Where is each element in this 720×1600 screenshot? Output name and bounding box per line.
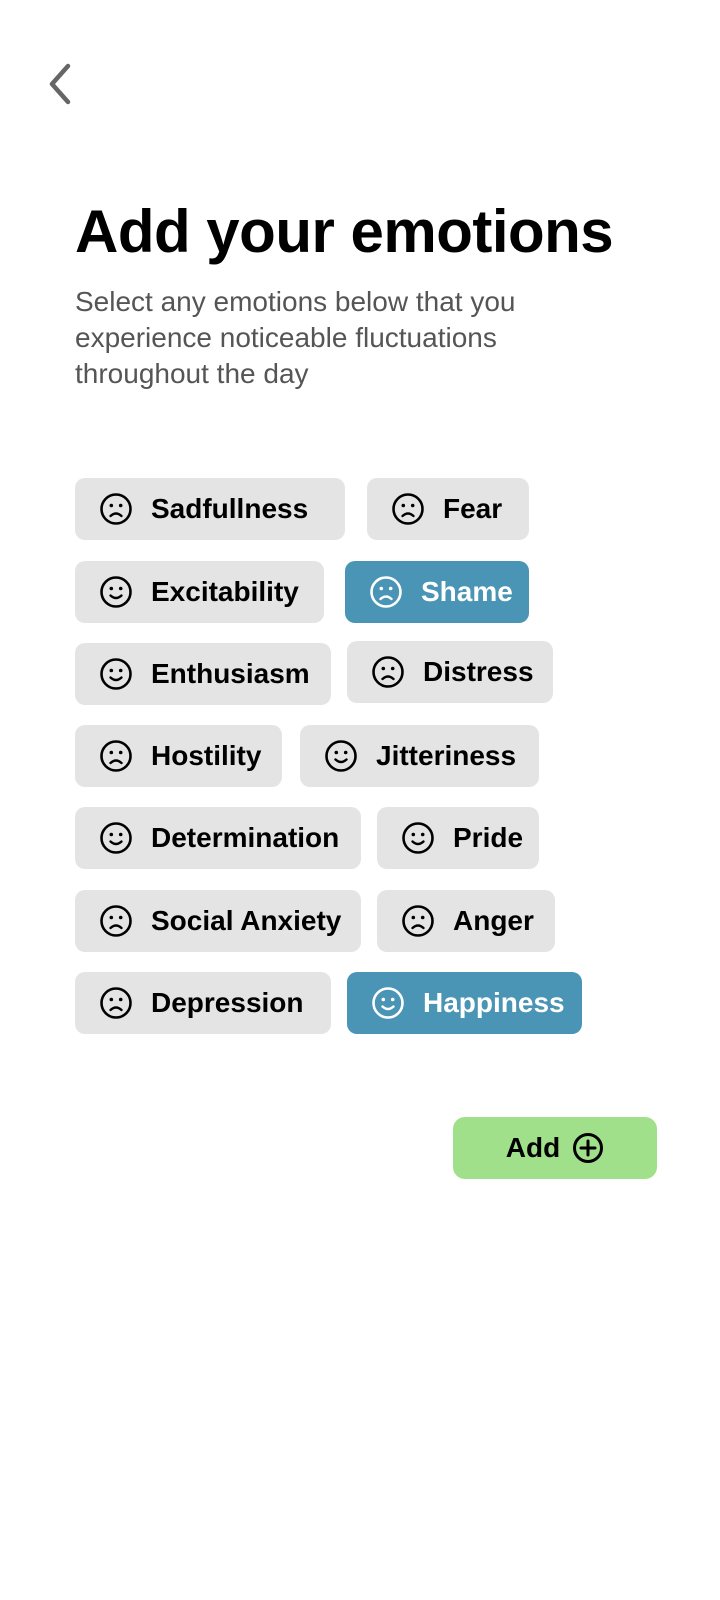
emotion-label: Depression [151, 987, 304, 1018]
add-button[interactable]: Add [453, 1117, 657, 1179]
sad-face-icon [100, 740, 132, 772]
emotion-chip-excitability[interactable]: Excitability [75, 561, 324, 623]
emotion-label: Jitteriness [376, 740, 517, 771]
emotion-label: Hostility [151, 740, 262, 771]
emotion-label: Happiness [423, 987, 565, 1018]
emotion-label: Fear [443, 493, 503, 524]
emotion-label: Enthusiasm [151, 658, 310, 689]
emotion-chip-enthusiasm[interactable]: Enthusiasm [75, 643, 331, 705]
chevron-left-icon [49, 63, 71, 105]
plus-circle-icon [573, 1133, 604, 1163]
emotion-label: Shame [421, 576, 513, 607]
happy-face-icon [100, 822, 132, 854]
emotion-chip-hostility[interactable]: Hostility [75, 725, 282, 787]
add-button-label: Add [505, 1132, 561, 1163]
sad-face-icon [392, 493, 424, 525]
sad-face-icon [372, 656, 404, 688]
emotion-label: Pride [453, 822, 524, 853]
emotion-chip-jitteriness[interactable]: Jitteriness [300, 725, 539, 787]
emotion-chip-depression[interactable]: Depression [75, 972, 331, 1034]
emotion-chip-fear[interactable]: Fear [367, 478, 529, 540]
emotion-chip-happiness[interactable]: Happiness [347, 972, 582, 1034]
happy-face-icon [100, 658, 132, 690]
emotion-chip-determination[interactable]: Determination [75, 807, 361, 869]
happy-face-icon [325, 740, 357, 772]
page-title: Add your emotions [75, 198, 614, 265]
back-button[interactable] [40, 60, 80, 108]
sad-face-icon [100, 905, 132, 937]
happy-face-icon [100, 576, 132, 608]
emotion-label: Social Anxiety [151, 905, 342, 936]
sad-face-icon [100, 987, 132, 1019]
emotion-chip-social-anxiety[interactable]: Social Anxiety [75, 890, 361, 952]
sad-face-icon [402, 905, 434, 937]
emotion-label: Distress [423, 656, 534, 687]
sad-face-icon [100, 493, 132, 525]
happy-face-icon [402, 822, 434, 854]
page-subtitle: Select any emotions below that you exper… [75, 286, 516, 389]
happy-face-icon [372, 987, 404, 1019]
emotion-label: Sadfullness [151, 493, 309, 524]
emotion-chip-anger[interactable]: Anger [377, 890, 555, 952]
emotion-label: Excitability [151, 576, 299, 607]
emotion-chip-distress[interactable]: Distress [347, 641, 553, 703]
emotion-label: Determination [151, 822, 340, 853]
emotion-chip-sadfullness[interactable]: Sadfullness [75, 478, 345, 540]
sad-face-icon [370, 576, 402, 608]
emotion-chip-pride[interactable]: Pride [377, 807, 539, 869]
emotion-chip-shame[interactable]: Shame [345, 561, 529, 623]
emotion-label: Anger [453, 905, 534, 936]
